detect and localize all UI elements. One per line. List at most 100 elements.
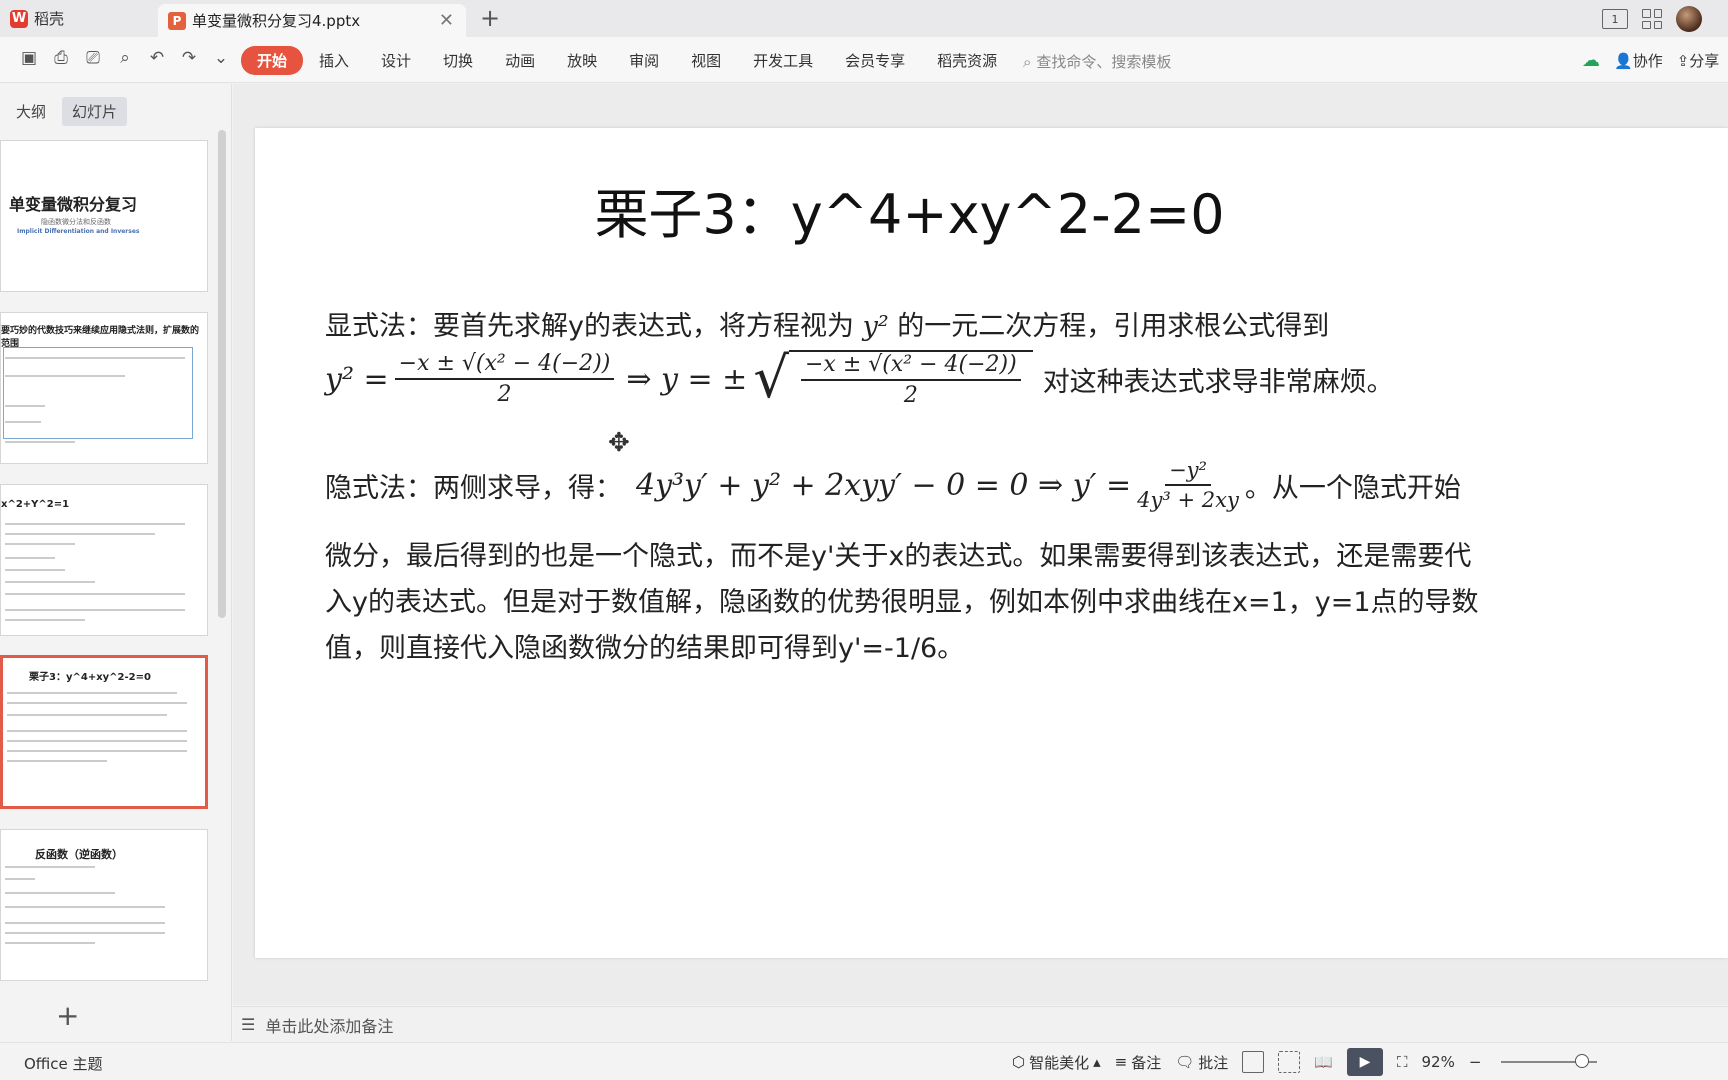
body-line-3: 入y的表达式。但是对于数值解，隐函数的优势很明显，例如本例中求曲线在x=1，y=… xyxy=(325,587,1479,618)
theme-name: Office 主题 xyxy=(24,1055,103,1073)
command-search[interactable]: ⌕ 查找命令、搜索模板 xyxy=(1023,51,1171,72)
notes-toggle-label: 备注 xyxy=(1131,1053,1162,1072)
implicit-intro-text: 隐式法：两侧求导，得： xyxy=(325,472,622,504)
menu-review[interactable]: 审阅 xyxy=(613,46,675,75)
math-lhs: y² = xyxy=(325,361,389,397)
fit-window-icon[interactable]: ⛶ xyxy=(1397,1053,1408,1071)
slide-sorter-view-icon[interactable] xyxy=(1278,1051,1301,1073)
body-line-2: 微分，最后得到的也是一个隐式，而不是y'关于x的表达式。如果需要得到该表达式，还… xyxy=(325,541,1472,572)
menu-member[interactable]: 会员专享 xyxy=(829,46,921,75)
new-tab-button[interactable]: + xyxy=(480,4,500,32)
explicit-method-line: 显式法：要首先求解y的表达式，将方程视为 y² 的一元二次方程，引用求根公式得到 xyxy=(325,304,1329,343)
undo-icon[interactable]: ↶ xyxy=(146,48,168,68)
zoom-slider-knob[interactable] xyxy=(1575,1054,1590,1068)
window-layout-icon[interactable]: 1 xyxy=(1602,9,1628,29)
menu-transitions[interactable]: 切换 xyxy=(427,46,489,75)
user-avatar[interactable] xyxy=(1676,6,1702,32)
explicit-formula-line: y² = −x ± √(x² − 4(−2)) 2 ⇒ y = ± √ −x ±… xyxy=(325,350,1394,408)
menu-docer-resources[interactable]: 稻壳资源 xyxy=(921,46,1013,75)
slide-thumbnail-5[interactable]: 反函数（逆函数） xyxy=(0,829,208,981)
normal-view-icon[interactable] xyxy=(1242,1051,1265,1073)
save-icon[interactable]: ▣ xyxy=(18,48,40,68)
math-fraction-numerator: −x ± √(x² − 4(−2)) xyxy=(394,351,615,380)
apps-grid-icon[interactable] xyxy=(1642,9,1662,29)
more-chevron-icon[interactable]: ⌄ xyxy=(210,48,232,68)
math-derivative-fraction: −y² 4y³ + 2xy xyxy=(1137,458,1239,512)
thumb-subtitle: 隐函数微分法和反函数 xyxy=(41,218,111,226)
thumb-title: 单变量微积分复习 xyxy=(9,195,138,214)
menu-insert[interactable]: 插入 xyxy=(303,46,365,75)
notes-bar[interactable]: ☰ 单击此处添加备注 xyxy=(233,1006,1728,1042)
close-tab-icon[interactable]: ✕ xyxy=(439,10,454,31)
beautify-chevron-icon: ▴ xyxy=(1093,1053,1101,1071)
print-icon[interactable]: ⎚ xyxy=(82,48,104,68)
math-sqrt-numerator: −x ± √(x² − 4(−2)) xyxy=(801,352,1021,381)
notes-placeholder: 单击此处添加备注 xyxy=(265,1016,394,1036)
comment-label: 批注 xyxy=(1198,1053,1229,1072)
reading-view-icon[interactable]: 📖 xyxy=(1314,1053,1333,1071)
slide-canvas: 栗子3：y^4+xy^2-2=0 显式法：要首先求解y的表达式，将方程视为 y²… xyxy=(233,84,1728,1005)
explicit-intro-text-2: 的一元二次方程，引用求根公式得到 xyxy=(897,311,1330,342)
zoom-level[interactable]: 92% xyxy=(1422,1053,1455,1071)
menu-view[interactable]: 视图 xyxy=(675,46,737,75)
tab-slides[interactable]: 幻灯片 xyxy=(62,97,128,126)
share-button[interactable]: ⇪分享 xyxy=(1677,50,1720,71)
print-preview-icon[interactable]: ⌕ xyxy=(114,48,136,68)
menu-animations[interactable]: 动画 xyxy=(489,46,551,75)
math-derivative-denominator: 4y³ + 2xy xyxy=(1137,488,1239,512)
slide-thumbnail-4[interactable]: 栗子3：y^4+xy^2-2=0 xyxy=(0,655,208,809)
menu-developer[interactable]: 开发工具 xyxy=(737,46,829,75)
sqrt-sign: √ xyxy=(753,346,789,411)
math-sqrt: √ −x ± √(x² − 4(−2)) 2 xyxy=(753,346,1033,411)
thumb-title: x^2+Y^2=1 xyxy=(1,499,70,510)
slide-title[interactable]: 栗子3：y^4+xy^2-2=0 xyxy=(255,170,1728,249)
zoom-out-icon[interactable]: − xyxy=(1469,1053,1482,1071)
slide-thumbnail-3[interactable]: x^2+Y^2=1 xyxy=(0,484,208,636)
status-bar: Office 主题 ⬡ 智能美化 ▴ ≡ 备注 🗨 批注 📖 ▶ ⛶ 92% − xyxy=(0,1042,1728,1080)
math-sqrt-fraction: −x ± √(x² − 4(−2)) 2 xyxy=(801,352,1021,408)
slide-panel: 大纲 幻灯片 单变量微积分复习 隐函数微分法和反函数 Implicit Diff… xyxy=(0,84,232,1041)
implicit-after-text: 。从一个隐式开始 xyxy=(1244,472,1461,504)
menu-slideshow[interactable]: 放映 xyxy=(551,46,613,75)
implicit-method-line: 隐式法：两侧求导，得： 4y³y′ + y² + 2xyy′ − 0 = 0 ⇒… xyxy=(325,458,1461,512)
wps-logo-icon: W xyxy=(10,9,28,28)
zoom-slider[interactable] xyxy=(1501,1054,1598,1068)
notes-icon: ☰ xyxy=(241,1015,256,1034)
notes-toggle-button[interactable]: ≡ 备注 xyxy=(1115,1052,1162,1073)
home-tab[interactable]: W 稻壳 xyxy=(0,0,156,37)
cloud-sync-icon[interactable]: ☁ xyxy=(1582,50,1600,71)
redo-icon[interactable]: ↷ xyxy=(178,48,200,68)
ribbon-toolbar: ▣ ⎙ ⎚ ⌕ ↶ ↷ ⌄ 开始 插入 设计 切换 动画 放映 审阅 视图 开发… xyxy=(0,37,1728,83)
math-derivative: 4y³y′ + y² + 2xyy′ − 0 = 0 ⇒ y′ = xyxy=(636,467,1132,503)
main-menu: 开始 插入 设计 切换 动画 放映 审阅 视图 开发工具 会员专享 稻壳资源 xyxy=(241,46,1013,75)
beautify-icon: ⬡ xyxy=(1012,1053,1026,1071)
document-tab-label: 单变量微积分复习4.pptx xyxy=(192,12,361,30)
math-fraction-denominator: 2 xyxy=(497,382,512,407)
thumbnail-scrollbar[interactable] xyxy=(218,130,226,618)
menu-design[interactable]: 设计 xyxy=(365,46,427,75)
thumb-title: 反函数（逆函数） xyxy=(35,848,123,861)
slide-thumbnail-2[interactable]: 要巧妙的代数技巧来继续应用隐式法则，扩展数的范围 xyxy=(0,312,208,464)
math-derivative-numerator: −y² xyxy=(1165,458,1211,486)
tab-outline[interactable]: 大纲 xyxy=(6,97,56,126)
current-slide[interactable]: 栗子3：y^4+xy^2-2=0 显式法：要首先求解y的表达式，将方程视为 y²… xyxy=(255,128,1728,958)
move-cursor-icon: ✥ xyxy=(608,428,630,458)
add-slide-button[interactable]: + xyxy=(56,999,79,1032)
explicit-after-text: 对这种表达式求导非常麻烦。 xyxy=(1042,366,1394,398)
collab-button[interactable]: 👤协作 xyxy=(1614,50,1663,71)
thumb-title: 栗子3：y^4+xy^2-2=0 xyxy=(29,672,151,683)
comment-button[interactable]: 🗨 批注 xyxy=(1175,1052,1228,1073)
quick-access-toolbar: ▣ ⎙ ⎚ ⌕ ↶ ↷ ⌄ xyxy=(18,48,232,68)
document-tab[interactable]: P 单变量微积分复习4.pptx ✕ xyxy=(158,4,466,37)
search-icon: ⌕ xyxy=(1023,52,1032,71)
slideshow-play-button[interactable]: ▶ xyxy=(1347,1048,1383,1076)
comment-icon: 🗨 xyxy=(1175,1053,1195,1071)
menu-home[interactable]: 开始 xyxy=(241,46,304,75)
smart-beautify-button[interactable]: ⬡ 智能美化 ▴ xyxy=(1012,1052,1101,1073)
math-implies: ⇒ y = ± xyxy=(626,361,748,397)
export-icon[interactable]: ⎙ xyxy=(50,48,72,68)
slide-thumbnail-1[interactable]: 单变量微积分复习 隐函数微分法和反函数 Implicit Differentia… xyxy=(0,140,208,292)
beautify-label: 智能美化 xyxy=(1029,1053,1090,1072)
thumb-subtitle-en: Implicit Differentiation and Inverses xyxy=(17,228,140,235)
presentation-file-icon: P xyxy=(168,11,186,30)
